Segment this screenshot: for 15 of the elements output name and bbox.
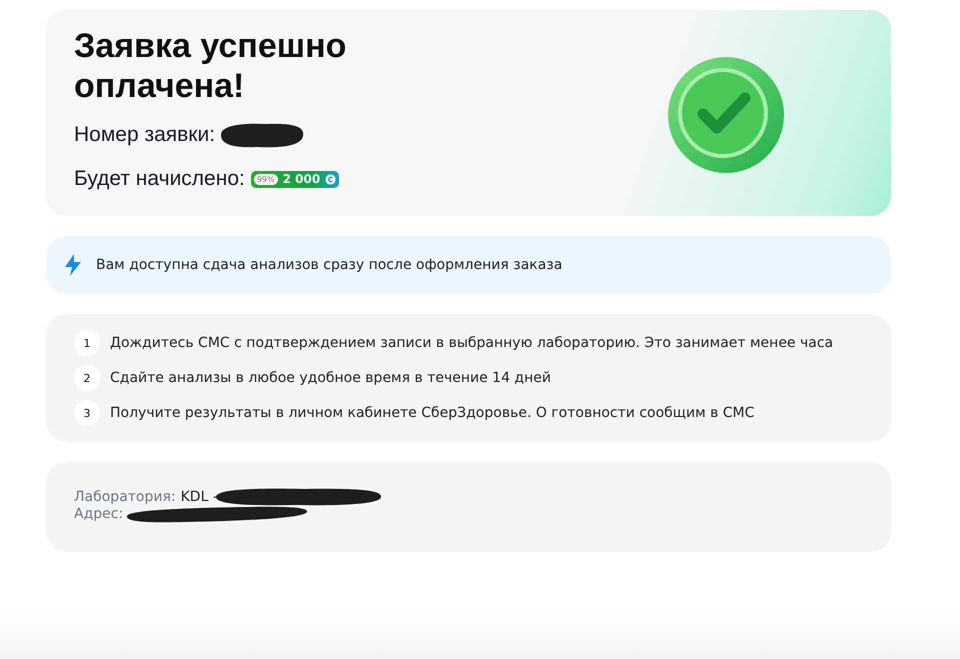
- step-text: Дождитесь СМС с подтверждением записи в выбранную лабораторию. Это занимает менее часа: [110, 335, 834, 351]
- lab-label: Лаборатория:: [74, 488, 176, 504]
- success-title: Заявка успешно оплачена!: [74, 26, 348, 106]
- step-number: 1: [74, 330, 100, 356]
- step-number: 2: [74, 365, 100, 391]
- step-text: Сдайте анализы в любое удобное время в течение 14 дней: [110, 370, 551, 386]
- coin-icon: [325, 174, 336, 184]
- address-label: Адрес:: [74, 506, 124, 522]
- notice-text: Вам доступна сдача анализов сразу после оформления заказа: [96, 257, 562, 273]
- step-number: 3: [74, 400, 100, 426]
- bonus-label: Будет начислено:: [74, 167, 245, 191]
- lightning-icon: [64, 254, 82, 276]
- step-text: Получите результаты в личном кабинете СберЗдоровье. О готовности сообщим в СМС: [110, 405, 754, 421]
- bonus-badge: 99% 2 000: [250, 170, 340, 188]
- order-number-label: Номер заявки:: [74, 123, 216, 147]
